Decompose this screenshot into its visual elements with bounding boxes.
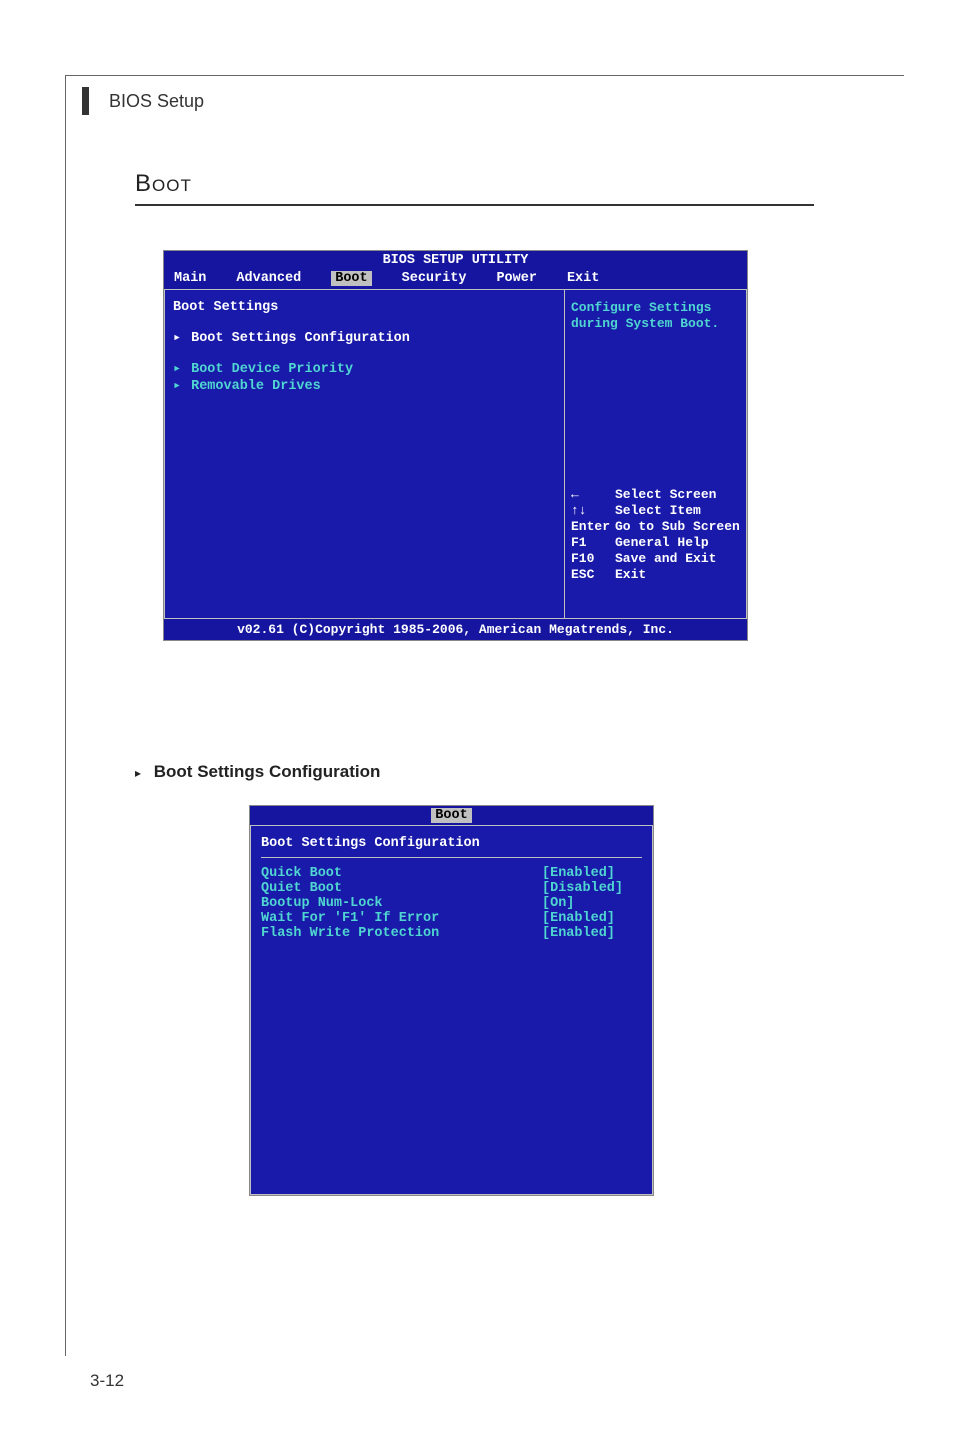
help-save-exit: F10Save and Exit	[571, 551, 740, 566]
setting-bootup-numlock: Bootup Num-Lock [On]	[261, 896, 642, 911]
help-select-item: ↑↓Select Item	[571, 503, 740, 518]
tab-advanced: Advanced	[236, 271, 301, 286]
triangle-icon: ▸	[173, 360, 183, 377]
header-text: BIOS Setup	[109, 91, 204, 112]
tab-main: Main	[174, 271, 206, 286]
page-number: 3-12	[90, 1371, 124, 1391]
title-bar: Boot	[135, 170, 814, 206]
section-heading-text: Boot Settings Configuration	[154, 762, 381, 781]
menu-item-removable-drives: ▸ Removable Drives	[173, 377, 556, 394]
menu-item-boot-device-priority: ▸ Boot Device Priority	[173, 360, 556, 377]
bios2-heading: Boot Settings Configuration	[261, 836, 642, 858]
help-sub-screen: EnterGo to Sub Screen	[571, 519, 740, 534]
setting-quiet-boot: Quiet Boot [Disabled]	[261, 881, 642, 896]
page-title: Boot	[135, 170, 814, 206]
setting-quick-boot: Quick Boot [Enabled]	[261, 866, 642, 881]
triangle-icon: ▸	[173, 377, 183, 394]
bios-screenshot-boot-settings: BIOS SETUP UTILITY Main Advanced Boot Se…	[163, 250, 748, 641]
boot-settings-heading: Boot Settings	[173, 300, 556, 315]
page-header: BIOS Setup	[82, 87, 204, 115]
bios-screenshot-boot-settings-config: Boot Boot Settings Configuration Quick B…	[249, 805, 654, 1196]
triangle-icon: ▸	[135, 766, 141, 780]
bios-left-panel: Boot Settings ▸ Boot Settings Configurat…	[164, 289, 564, 619]
help-general-help: F1General Help	[571, 535, 740, 550]
tab-exit: Exit	[567, 271, 599, 286]
tab-boot: Boot	[331, 271, 371, 286]
bios-copyright-footer: v02.61 (C)Copyright 1985-2006, American …	[164, 619, 747, 640]
triangle-icon: ▸	[173, 329, 183, 346]
bios2-title: Boot	[431, 808, 471, 823]
bios-tab-bar: Main Advanced Boot Security Power Exit	[164, 270, 747, 289]
help-desc-line2: during System Boot.	[571, 316, 740, 331]
tab-security: Security	[402, 271, 467, 286]
bios2-title-bar: Boot	[250, 806, 653, 825]
bios-body: Boot Settings ▸ Boot Settings Configurat…	[164, 289, 747, 619]
help-desc-line1: Configure Settings	[571, 300, 740, 315]
bios2-body: Boot Settings Configuration Quick Boot […	[250, 825, 653, 1195]
setting-wait-f1: Wait For 'F1' If Error [Enabled]	[261, 911, 642, 926]
setting-flash-write-protection: Flash Write Protection [Enabled]	[261, 926, 642, 941]
header-marker	[82, 87, 89, 115]
section-heading: ▸ Boot Settings Configuration	[135, 762, 380, 782]
tab-power: Power	[496, 271, 537, 286]
bios-help-panel: Configure Settings during System Boot. ←…	[564, 289, 747, 619]
bios-utility-title: BIOS SETUP UTILITY	[164, 251, 747, 270]
help-select-screen: ←Select Screen	[571, 487, 740, 502]
menu-item-boot-settings-config: ▸ Boot Settings Configuration	[173, 329, 556, 346]
help-exit: ESCExit	[571, 567, 740, 582]
